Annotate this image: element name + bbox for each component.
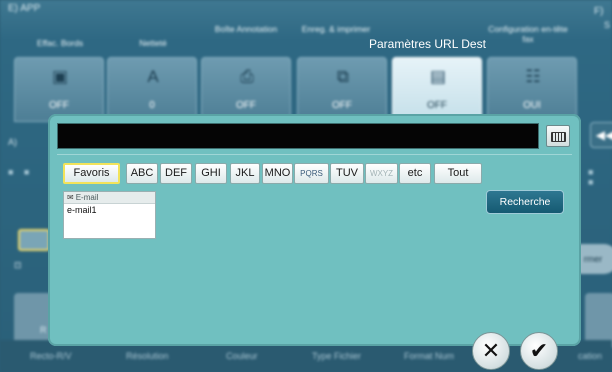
panel-s-label: S	[604, 20, 611, 30]
annotation-box-icon: ⎙	[240, 67, 254, 86]
bottom-tab-resolution[interactable]: Résolution	[126, 351, 169, 361]
bottom-tab-color[interactable]: Couleur	[226, 351, 258, 361]
url-input[interactable]	[57, 123, 539, 149]
tab-label-save-print: Enreg. & imprimer	[301, 24, 371, 34]
fax-header-icon: ☷	[525, 67, 541, 86]
divider	[57, 154, 572, 155]
list-item[interactable]: e-mail1	[64, 204, 155, 216]
bottom-tab-file-type[interactable]: Type Fichier	[312, 351, 361, 361]
save-print-icon: ⧉	[336, 67, 350, 86]
page-dots-left: ■ ■	[8, 167, 34, 177]
panel-f-label: F)	[594, 6, 604, 17]
tab-save-print[interactable]: ⧉ OFF	[297, 57, 387, 122]
app-title: E) APP	[8, 3, 41, 14]
filter-favorites[interactable]: Favoris	[63, 163, 120, 184]
tab-label-sharpness: Netteté	[139, 38, 167, 48]
scroll-back-button[interactable]: ◀◀	[590, 122, 612, 148]
filter-abc[interactable]: ABC	[126, 163, 158, 184]
filter-pqrs[interactable]: PQRS	[294, 163, 329, 184]
tab-annotation-box[interactable]: ⎙ OFF	[201, 57, 291, 122]
side-icon: ⊡	[14, 260, 22, 270]
side-box-letter: R	[40, 325, 47, 335]
page-dots-right: ■ ■	[588, 167, 598, 187]
filter-wxyz: WXYZ	[365, 163, 398, 184]
url-destination-icon: ▤	[429, 67, 447, 86]
tab-value: OFF	[427, 100, 447, 111]
sharpness-icon: A	[147, 67, 159, 86]
list-header-label: E-mail	[75, 193, 99, 202]
filter-jkl[interactable]: JKL	[230, 163, 260, 184]
bottom-tab-duplex[interactable]: Recto-R/V	[30, 351, 72, 361]
email-icon: ✉	[67, 193, 74, 202]
filter-mno[interactable]: MNO	[262, 163, 293, 184]
tab-sharpness[interactable]: A 0	[107, 57, 197, 122]
filter-all[interactable]: Tout	[434, 163, 482, 184]
bottom-tab-scan-size[interactable]: Format Num	[404, 351, 454, 361]
search-button[interactable]: Recherche	[486, 190, 564, 214]
cancel-button[interactable]: ✕	[472, 332, 510, 370]
section-a-label: A)	[8, 137, 17, 147]
tab-label-erase-border: Effac. Bords	[36, 38, 84, 48]
tab-value: OFF	[49, 100, 69, 111]
tab-value: 0	[149, 100, 155, 111]
tab-label-fax-header: Configuration en-tête fax	[488, 24, 568, 44]
filter-tuv[interactable]: TUV	[330, 163, 364, 184]
bottom-tab-application[interactable]: cation	[578, 351, 602, 361]
list-header: ✉ E-mail	[64, 192, 155, 204]
filter-def[interactable]: DEF	[160, 163, 192, 184]
url-destination-dialog: Favoris ABC DEF GHI JKL MNO PQRS TUV WXY…	[48, 114, 581, 346]
tab-fax-header[interactable]: ☷ OUI	[487, 57, 577, 122]
keyboard-button[interactable]	[546, 125, 570, 147]
tab-value: OFF	[332, 100, 352, 111]
keyboard-icon	[551, 132, 566, 142]
side-toggle-button[interactable]	[18, 229, 50, 251]
filter-etc[interactable]: etc	[399, 163, 431, 184]
results-area	[57, 242, 572, 327]
tab-value: OFF	[236, 100, 256, 111]
erase-border-icon: ▣	[51, 67, 69, 86]
tab-erase-border[interactable]: ▣ OFF	[14, 57, 104, 122]
dialog-title: Paramètres URL Dest	[369, 37, 486, 51]
tab-value: OUI	[523, 100, 541, 111]
tab-label-annotation-box: Boîte Annotation	[214, 24, 278, 34]
ok-button[interactable]: ✔	[520, 332, 558, 370]
filter-ghi[interactable]: GHI	[195, 163, 227, 184]
destination-list: ✉ E-mail e-mail1	[63, 191, 156, 239]
tab-url-destination[interactable]: ▤ OFF	[392, 57, 482, 122]
